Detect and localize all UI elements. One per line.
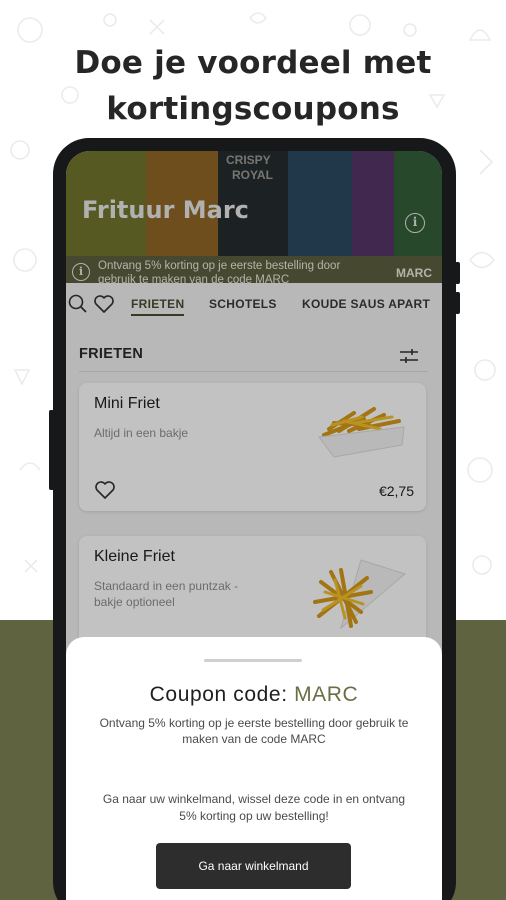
- coupon-title-prefix: Coupon code:: [149, 683, 295, 706]
- phone-side-button: [49, 410, 54, 490]
- headline-line-1: Doe je voordeel met: [74, 45, 432, 81]
- sheet-drag-handle[interactable]: [204, 659, 302, 662]
- page-headline: Doe je voordeel met kortingscoupons: [0, 40, 506, 132]
- coupon-description: Ontvang 5% korting op je eerste bestelli…: [99, 716, 409, 746]
- phone-side-button: [455, 292, 460, 314]
- coupon-note: Ga naar uw winkelmand, wissel deze code …: [102, 792, 406, 823]
- headline-line-2: kortingscoupons: [106, 91, 400, 127]
- go-to-cart-button[interactable]: Ga naar winkelmand: [156, 843, 351, 889]
- coupon-title: Coupon code: MARC: [66, 683, 442, 707]
- phone-side-button: [455, 262, 460, 284]
- coupon-code: MARC: [294, 683, 359, 706]
- coupon-sheet: Coupon code: MARC Ontvang 5% korting op …: [66, 637, 442, 900]
